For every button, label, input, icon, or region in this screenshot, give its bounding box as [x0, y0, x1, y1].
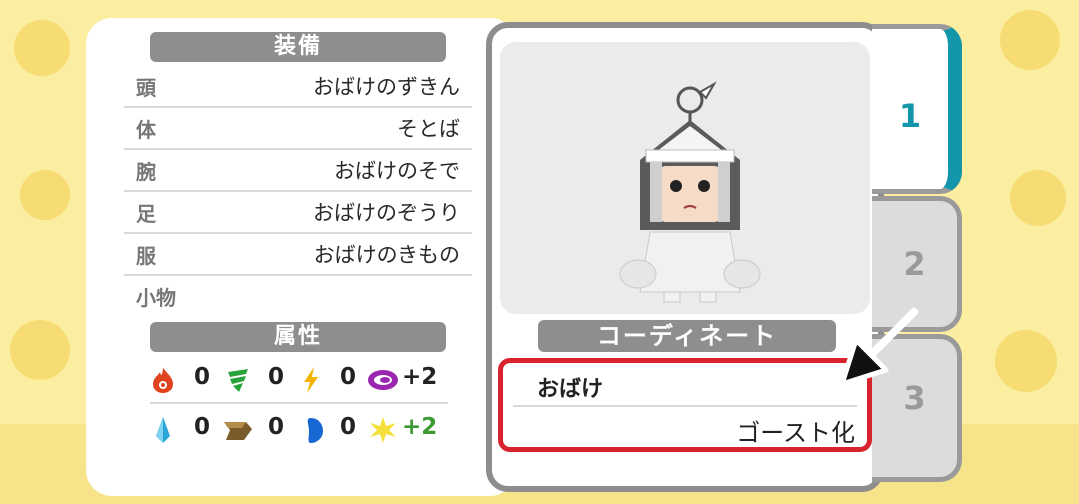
- background-dot: [14, 20, 70, 76]
- coordinate-divider: [513, 405, 857, 407]
- equipment-row-accessory[interactable]: 小物: [124, 276, 472, 316]
- background-dot: [995, 330, 1057, 392]
- attribute-value: 0: [194, 364, 211, 390]
- dark-swirl-icon: [368, 370, 398, 390]
- background-dot: [1010, 170, 1066, 226]
- fire-icon: [153, 368, 173, 393]
- attribute-value: +2: [402, 364, 438, 390]
- equipment-row-clothes[interactable]: 服 おばけのきもの: [124, 234, 472, 276]
- background-dot: [20, 170, 70, 220]
- attribute-value: +2: [402, 414, 438, 440]
- equipment-row-body[interactable]: 体 そとば: [124, 108, 472, 150]
- equipment-row-head[interactable]: 頭 おばけのずきん: [124, 66, 472, 108]
- coordinate-name: おばけ: [537, 377, 604, 402]
- attributes-header: 属性: [150, 322, 446, 352]
- attribute-row: 0 0 0 +2: [150, 360, 450, 400]
- slot-label: 体: [136, 118, 156, 142]
- character-portrait: [500, 42, 870, 314]
- equipment-row-feet[interactable]: 足 おばけのぞうり: [124, 192, 472, 234]
- attribute-value: 0: [268, 414, 285, 440]
- earth-icon: [224, 422, 252, 440]
- slot-item: おばけのずきん: [313, 75, 460, 99]
- tab-1[interactable]: 1: [872, 24, 962, 194]
- slot-label: 腕: [136, 160, 156, 184]
- background-dot: [1000, 10, 1060, 70]
- slot-label: 頭: [136, 76, 156, 100]
- coordinate-header: コーディネート: [538, 320, 836, 352]
- slot-label: 小物: [136, 286, 176, 310]
- attribute-value: 0: [340, 414, 357, 440]
- ice-icon: [156, 417, 170, 443]
- attribute-row: 0 0 0 +2: [150, 410, 450, 450]
- coordinate-effect: ゴースト化: [736, 419, 855, 447]
- attribute-value: 0: [268, 364, 285, 390]
- slot-item: おばけのそで: [334, 159, 460, 183]
- attribute-value: 0: [340, 364, 357, 390]
- tab-label: 2: [903, 245, 926, 283]
- equipment-row-arm[interactable]: 腕 おばけのそで: [124, 150, 472, 192]
- attribute-divider: [150, 402, 448, 404]
- pointer-arrow-icon: [839, 307, 919, 387]
- wind-icon: [228, 369, 248, 392]
- equipment-header: 装備: [150, 32, 446, 62]
- slot-label: 服: [136, 244, 156, 268]
- lightning-icon: [304, 367, 318, 393]
- background-dot: [10, 320, 70, 380]
- light-icon: [370, 417, 396, 443]
- ghost-character-image: [619, 81, 761, 303]
- slot-item: おばけのぞうり: [313, 201, 460, 225]
- slot-item: そとば: [397, 117, 460, 141]
- attribute-value: 0: [194, 414, 211, 440]
- tab-label: 1: [898, 97, 922, 135]
- water-icon: [307, 418, 323, 443]
- slot-label: 足: [136, 202, 156, 226]
- coordinate-highlight-box[interactable]: おばけ ゴースト化: [498, 358, 872, 452]
- slot-item: おばけのきもの: [313, 243, 460, 267]
